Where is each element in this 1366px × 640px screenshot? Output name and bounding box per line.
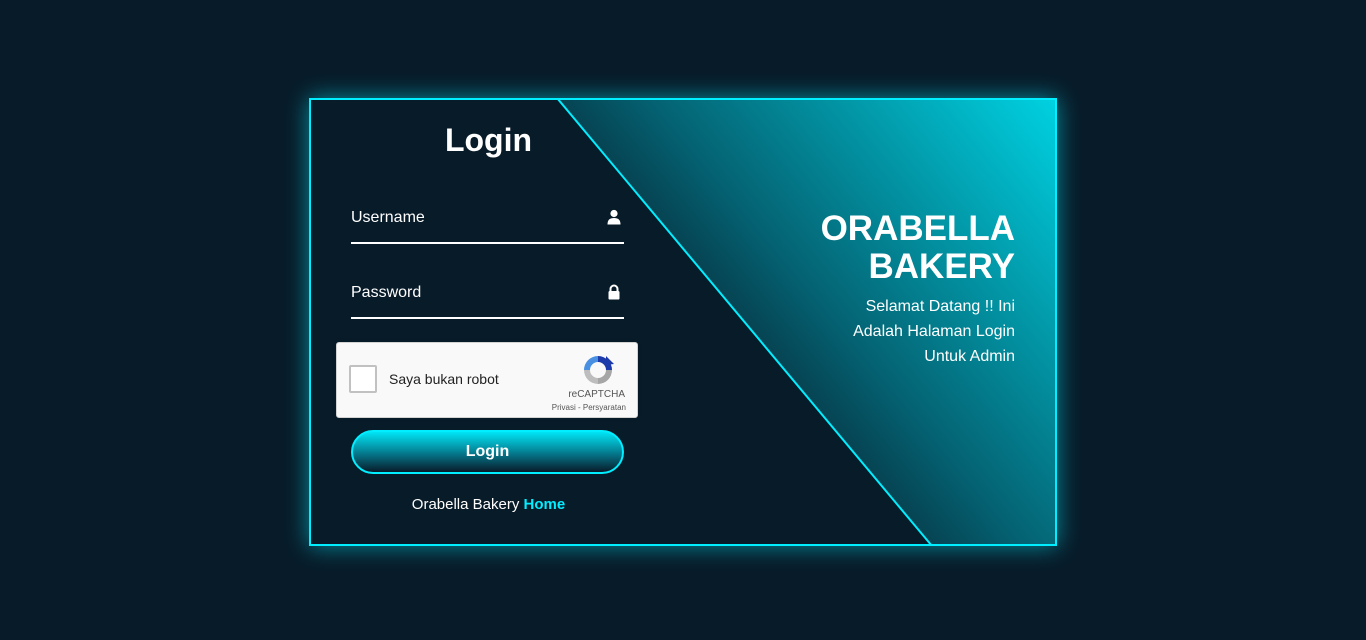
- recaptcha-brand: reCAPTCHA: [568, 389, 625, 400]
- recaptcha-checkbox[interactable]: [349, 365, 377, 393]
- login-title: Login: [444, 122, 533, 158]
- password-input[interactable]: [351, 277, 624, 317]
- username-input[interactable]: [351, 202, 624, 242]
- footer-brand: Orabella Bakery: [411, 496, 520, 513]
- recaptcha-link-separator: -: [575, 403, 583, 412]
- login-button[interactable]: Login: [351, 430, 624, 474]
- username-field-wrapper: Username: [351, 202, 624, 244]
- welcome-text: Selamat Datang !! Ini Adalah Halaman Log…: [853, 298, 1015, 365]
- home-link[interactable]: Home: [524, 496, 566, 513]
- info-panel: ORABELLA BAKERY Selamat Datang !! Ini Ad…: [755, 210, 1015, 369]
- user-icon: [607, 209, 621, 225]
- lock-icon: [608, 284, 620, 300]
- recaptcha-privacy-link[interactable]: Privasi: [552, 403, 576, 412]
- footer-text: Orabella Bakery Home: [311, 496, 666, 513]
- recaptcha-widget: Saya bukan robot reCAPTCHA Privasi - Per…: [336, 342, 638, 418]
- recaptcha-logo-icon: [584, 356, 614, 384]
- recaptcha-terms-link[interactable]: Persyaratan: [583, 403, 626, 412]
- recaptcha-label: Saya bukan robot: [389, 371, 499, 387]
- recaptcha-links: Privasi - Persyaratan: [552, 403, 626, 412]
- login-card: Login Username Password Saya bukan robot…: [309, 98, 1057, 546]
- brand-title: ORABELLA BAKERY: [820, 209, 1015, 286]
- password-field-wrapper: Password: [351, 277, 624, 319]
